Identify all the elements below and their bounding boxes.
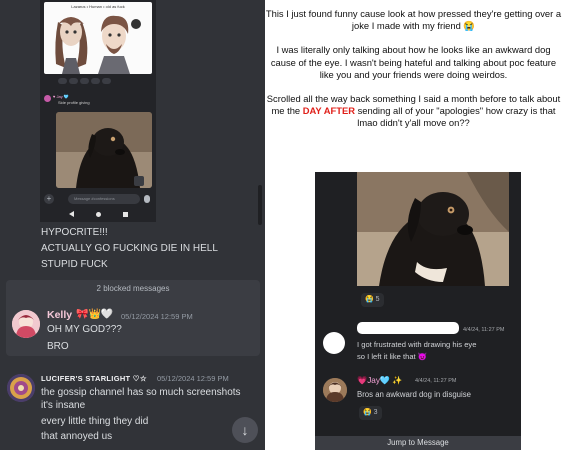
username-emojis: 🎀👑🤍 — [76, 309, 114, 320]
mini-reaction — [69, 78, 78, 84]
blocked-messages-group: 2 blocked messages Kelly 🎀👑🤍 05/12/2024 … — [6, 280, 260, 356]
highlighted-text: DAY AFTER — [302, 105, 355, 117]
dog-image — [357, 172, 509, 286]
jump-to-message-button[interactable]: Jump to Message — [315, 436, 521, 450]
mini-reaction — [102, 78, 111, 84]
message-text: Bros an awkward dog in disguise — [357, 390, 471, 399]
caption-paragraph: I was literally only talking about how h… — [270, 44, 557, 80]
reaction-button[interactable]: 😭 3 — [359, 406, 382, 420]
mini-message: ♥ Jay 🩵 Side profile giving — [44, 94, 152, 108]
avatar-image — [7, 374, 35, 402]
character-drawing: Lazarus • Human • old as fuck — [44, 2, 152, 74]
mini-reaction-row — [58, 78, 138, 85]
plus-icon: + — [44, 194, 54, 204]
dog-photo — [56, 112, 152, 188]
android-nav-bar — [40, 208, 156, 220]
message-line: the gossip channel has so much screensho… — [41, 387, 241, 398]
avatar-image — [323, 378, 347, 402]
caption-fragment: sending all of your "apologies" how craz… — [355, 105, 556, 129]
caption-paragraph: Scrolled all the way back something I sa… — [265, 93, 562, 130]
mini-reaction — [91, 78, 100, 84]
mini-reaction — [80, 78, 89, 84]
avatar[interactable] — [323, 332, 345, 354]
discord-screenshot: 😭 5 4/4/24, 11:27 PM I got frustrated wi… — [315, 172, 521, 450]
drawing-caption: Lazarus • Human • old as fuck — [71, 4, 125, 9]
message-line: every little thing they did — [41, 416, 149, 428]
message-line: that annoyed us — [41, 430, 113, 442]
timestamp: 4/4/24, 11:27 PM — [463, 327, 505, 333]
message-text: I got frustrated with drawing his eye so… — [357, 339, 517, 362]
avatar — [44, 95, 51, 102]
avatar[interactable] — [7, 374, 35, 402]
home-icon — [95, 211, 101, 217]
dog-image — [56, 112, 152, 188]
discord-chat-panel: Lazarus • Human • old as fuck ♥ Jay 🩵 Si… — [0, 0, 265, 450]
dog-photo — [357, 172, 509, 286]
message-text: OH MY GOD??? — [47, 324, 122, 335]
username[interactable]: 💗Jay🩵 ✨ — [357, 376, 403, 386]
mini-reaction — [58, 78, 67, 84]
message-text: the gossip channel has so much screensho… — [41, 387, 241, 443]
avatar[interactable] — [12, 310, 40, 338]
recent-apps-icon — [122, 211, 128, 217]
message-composer: + Message #confessions — [44, 192, 152, 206]
hypocrite-message: HYPOCRITE!!! ACTUALLY GO FUCKING DIE IN … — [41, 225, 256, 273]
microphone-icon — [144, 195, 150, 203]
mini-username: ♥ Jay 🩵 — [53, 94, 69, 99]
blocked-messages-toggle[interactable]: 2 blocked messages — [6, 284, 260, 293]
redacted-username — [357, 322, 459, 334]
username[interactable]: Kelly — [47, 309, 72, 321]
message-line: I got frustrated with drawing his eye — [357, 340, 477, 349]
caption-panel: This I just found funny cause look at ho… — [265, 0, 562, 450]
avatar-image — [12, 310, 40, 338]
timestamp: 05/12/2024 12:59 PM — [121, 312, 193, 321]
message-line: it's insane — [41, 399, 86, 411]
reaction-button[interactable]: 😭 5 — [361, 293, 384, 307]
avatar[interactable] — [323, 378, 347, 402]
timestamp: 05/12/2024 12:59 PM — [157, 374, 229, 383]
message-text: BRO — [47, 341, 69, 352]
message-line: ACTUALLY GO FUCKING DIE IN HELL — [41, 243, 218, 254]
embedded-phone-screenshot: Lazarus • Human • old as fuck ♥ Jay 🩵 Si… — [40, 0, 156, 222]
back-icon — [68, 211, 74, 217]
mini-message-text: Side profile giving — [58, 100, 90, 105]
jump-to-present-button[interactable]: ↓ — [232, 417, 258, 443]
timestamp: 4/4/24, 11:27 PM — [415, 378, 457, 384]
username[interactable]: LUCIFER'S STARLIGHT ♡☆ — [41, 374, 147, 383]
message-line: HYPOCRITE!!! — [41, 227, 108, 238]
message-line: so I left it like that 😈 — [357, 351, 428, 361]
character-sketch — [55, 15, 141, 74]
caption-text: This I just found funny cause look at ho… — [265, 8, 562, 142]
message-input: Message #confessions — [68, 194, 140, 204]
caption-paragraph: This I just found funny cause look at ho… — [265, 8, 562, 32]
message-line: STUPID FUCK — [41, 259, 108, 270]
screenshot-collage: Lazarus • Human • old as fuck ♥ Jay 🩵 Si… — [0, 0, 562, 450]
scrollbar-thumb[interactable] — [258, 185, 262, 225]
